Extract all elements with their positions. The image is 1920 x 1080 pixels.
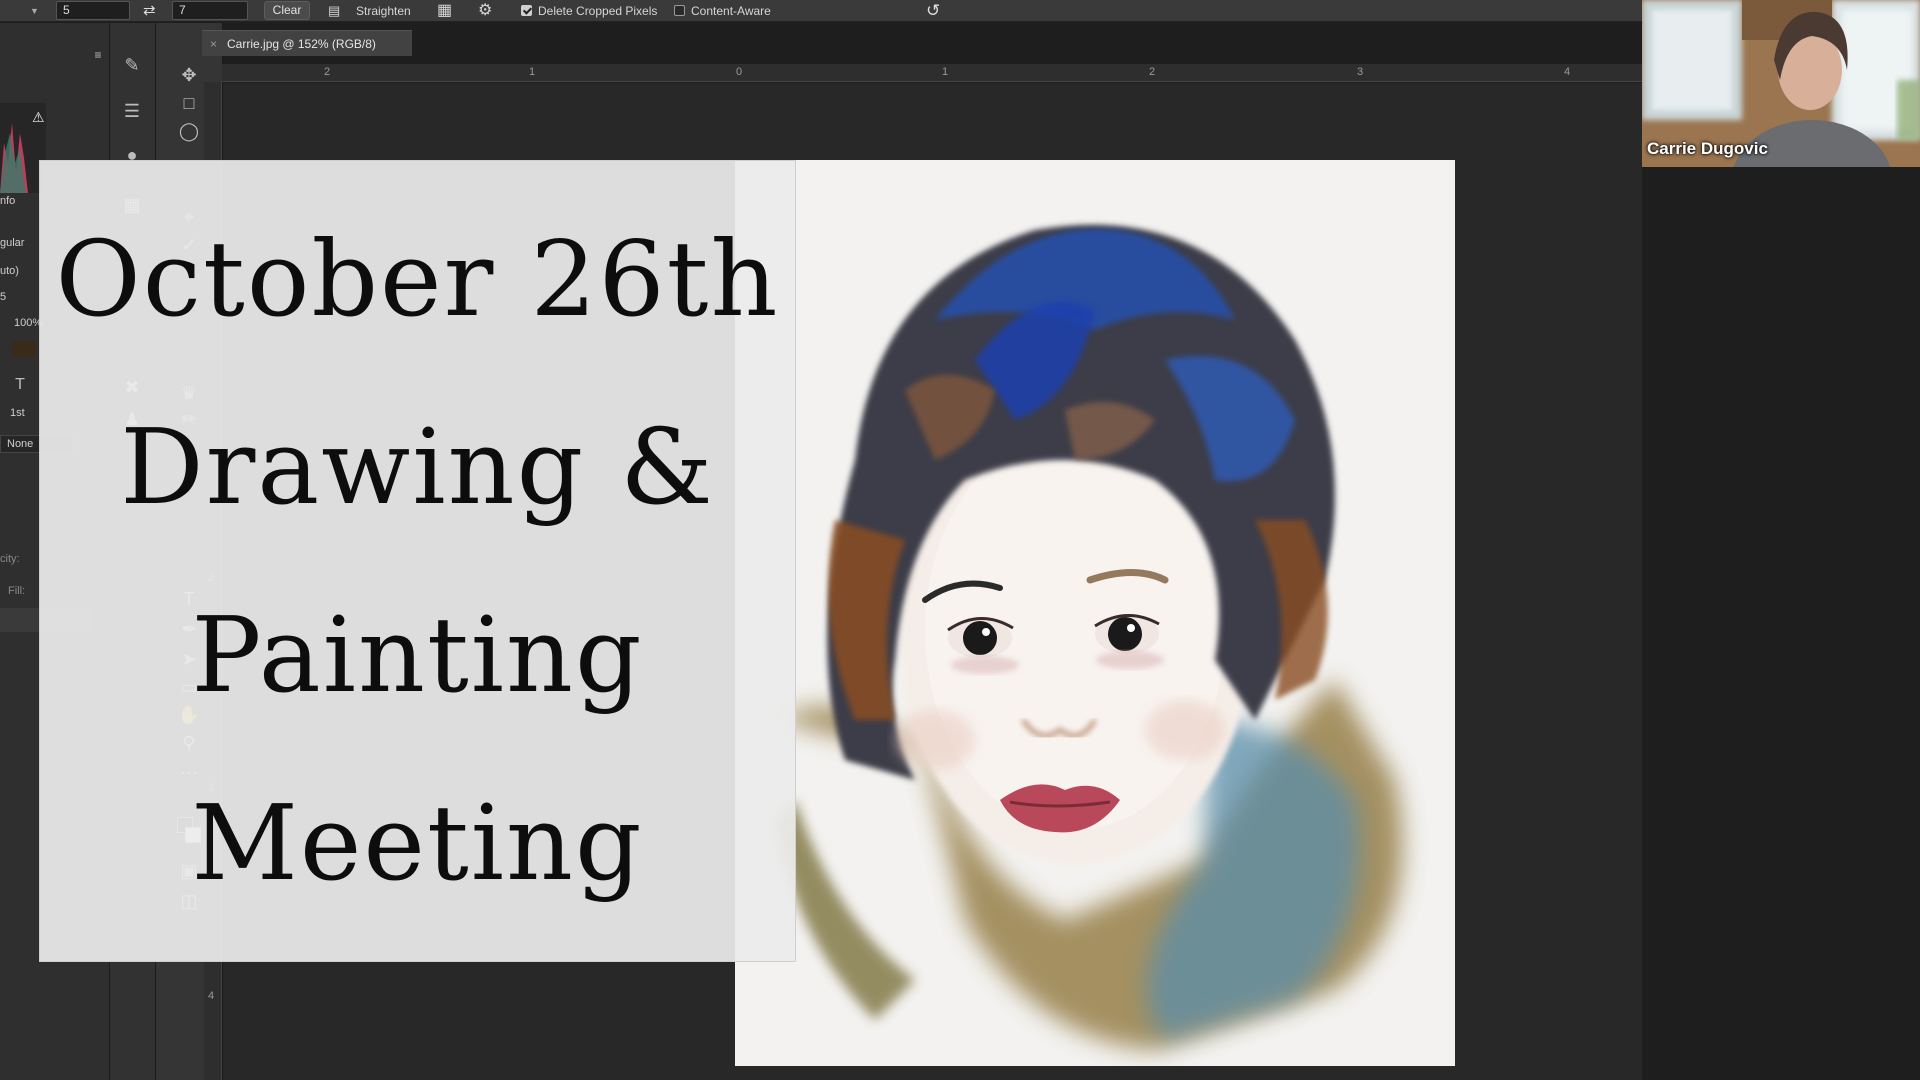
ruler-label: 4	[1564, 66, 1571, 78]
reset-icon[interactable]: ↺	[926, 0, 940, 22]
ruler-label: 1	[529, 66, 536, 78]
document-title: Carrie.jpg @ 152% (RGB/8)	[227, 37, 376, 51]
title-line-meeting: Meeting	[191, 782, 644, 904]
text-tool-icon[interactable]: T	[8, 373, 32, 397]
checkbox-checked-icon	[521, 5, 532, 16]
grid-overlay-icon[interactable]: ▦	[437, 0, 452, 22]
ruler-label: 3	[1357, 66, 1364, 78]
ruler-label: 0	[736, 66, 743, 78]
options-bar: ▼ 5 ⇄ 7 Clear ▤ Straighten ▦ ⚙ Delete Cr…	[0, 0, 1642, 22]
ruler-label: 2	[1149, 66, 1156, 78]
close-icon[interactable]: ×	[210, 37, 217, 51]
warning-icon[interactable]: ⚠	[32, 109, 45, 126]
content-aware-label: Content-Aware	[691, 4, 771, 18]
delete-cropped-pixels-label: Delete Cropped Pixels	[538, 4, 658, 18]
straighten-label[interactable]: Straighten	[356, 0, 411, 22]
ruler-label: 1	[942, 66, 949, 78]
value-field[interactable]: 5	[0, 291, 6, 303]
participant-video-tile[interactable]: Carrie Dugovic	[1642, 0, 1920, 167]
document-tab[interactable]: × Carrie.jpg @ 152% (RGB/8)	[202, 30, 412, 56]
opacity-label: city:	[0, 553, 20, 565]
swap-dimensions-icon[interactable]: ⇄	[143, 0, 156, 22]
lasso-tool-icon[interactable]: ◯	[177, 119, 201, 143]
info-tab[interactable]: nfo	[0, 195, 15, 207]
crop-width-input[interactable]: 5	[56, 1, 130, 20]
color-swatch[interactable]	[12, 341, 36, 357]
percent-field[interactable]: 100%	[14, 317, 42, 329]
checkbox-unchecked-icon	[674, 5, 685, 16]
clear-button[interactable]: Clear	[264, 1, 310, 20]
blend-mode-select[interactable]: gular	[0, 237, 24, 249]
brush-settings-icon[interactable]: ✎	[120, 53, 144, 77]
title-line-painting: Painting	[191, 594, 644, 716]
move-tool-icon[interactable]: ✥	[177, 63, 201, 87]
fill-label: Fill:	[8, 585, 26, 597]
panel-menu-icon[interactable]: ≡	[86, 43, 110, 67]
watercolor-portrait	[735, 160, 1455, 1066]
title-line-drawing: Drawing &	[120, 406, 715, 528]
none-label: None	[7, 438, 34, 450]
straighten-icon[interactable]: ▤	[328, 0, 340, 22]
horizontal-ruler[interactable]: 2 1 0 1 2 3 4	[222, 64, 1642, 82]
crop-height-input[interactable]: 7	[172, 1, 248, 20]
participant-name: Carrie Dugovic	[1647, 139, 1768, 158]
auto-select[interactable]: uto)	[0, 265, 19, 277]
delete-cropped-pixels-checkbox[interactable]: Delete Cropped Pixels	[521, 0, 657, 22]
ruler-label: 4	[208, 990, 215, 1002]
gear-icon[interactable]: ⚙	[478, 0, 492, 22]
ordinal-label: 1st	[10, 407, 25, 419]
adjustments-icon[interactable]: ☰	[120, 99, 144, 123]
content-aware-checkbox[interactable]: Content-Aware	[674, 0, 771, 22]
marquee-tool-icon[interactable]: □	[177, 91, 201, 115]
chevron-down-icon[interactable]: ▼	[30, 0, 39, 22]
ruler-label: 2	[324, 66, 331, 78]
title-date: October 26th	[55, 218, 780, 340]
meeting-title-card: October 26th Drawing & Painting Meeting	[39, 160, 796, 962]
